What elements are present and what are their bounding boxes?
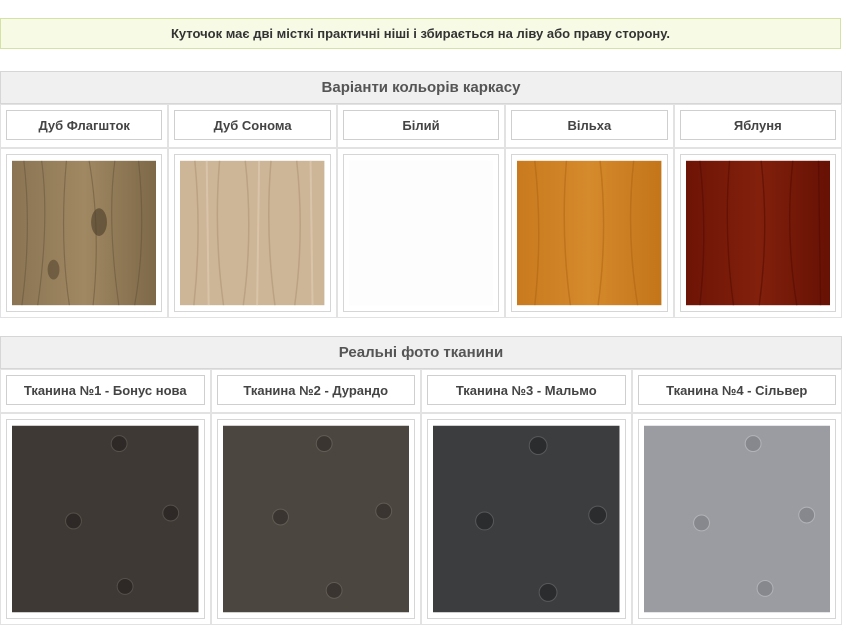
frame-swatch-cell	[336, 148, 506, 318]
frame-colors-table: Дуб Флагшток Дуб Сонома Білий Вільха Ябл…	[0, 104, 842, 318]
frame-swatch-cell	[505, 148, 674, 318]
fabric-swatch-cell	[631, 413, 842, 625]
frame-swatch-cell	[168, 148, 337, 318]
oak-flagstaff-swatch	[6, 154, 163, 312]
frame-colors-heading: Варіанти кольорів каркасу	[0, 71, 842, 104]
description-note: Куточок має дві місткі практичні ніші і …	[0, 18, 841, 49]
frame-swatch-cell	[0, 148, 169, 318]
silver-swatch	[637, 419, 836, 619]
alder-swatch	[511, 154, 668, 312]
frame-label-cell: Білий	[336, 104, 506, 148]
fabric-heading: Реальні фото тканини	[0, 336, 842, 369]
apple-swatch	[679, 154, 836, 312]
oak-sonoma-swatch	[174, 154, 331, 312]
fabric-label-cell: Тканина №1 - Бонус нова	[0, 369, 211, 413]
frame-color-label: Білий	[342, 110, 500, 140]
frame-label-cell: Яблуня	[673, 104, 842, 148]
fabric-swatch-cell	[210, 413, 421, 625]
frame-color-label: Вільха	[511, 110, 668, 140]
frame-color-label: Яблуня	[679, 110, 836, 140]
fabric-label-cell: Тканина №3 - Мальмо	[421, 369, 632, 413]
frame-label-cell: Вільха	[505, 104, 674, 148]
fabric-table: Тканина №1 - Бонус нова Тканина №2 - Дур…	[0, 369, 842, 625]
frame-color-label: Дуб Флагшток	[6, 110, 163, 140]
white-swatch	[342, 154, 500, 312]
fabric-label: Тканина №2 - Дурандо	[216, 375, 415, 405]
fabric-label-cell: Тканина №4 - Сільвер	[631, 369, 842, 413]
frame-swatch-cell	[673, 148, 842, 318]
fabric-label: Тканина №1 - Бонус нова	[6, 375, 205, 405]
frame-label-cell: Дуб Флагшток	[0, 104, 169, 148]
fabric-label: Тканина №4 - Сільвер	[637, 375, 836, 405]
fabric-swatch-cell	[421, 413, 632, 625]
frame-color-label: Дуб Сонома	[174, 110, 331, 140]
fabric-label: Тканина №3 - Мальмо	[427, 375, 626, 405]
bonus-nova-swatch	[6, 419, 205, 619]
malmo-swatch	[427, 419, 626, 619]
fabric-swatch-cell	[0, 413, 211, 625]
durando-swatch	[216, 419, 415, 619]
frame-label-cell: Дуб Сонома	[168, 104, 337, 148]
fabric-label-cell: Тканина №2 - Дурандо	[210, 369, 421, 413]
